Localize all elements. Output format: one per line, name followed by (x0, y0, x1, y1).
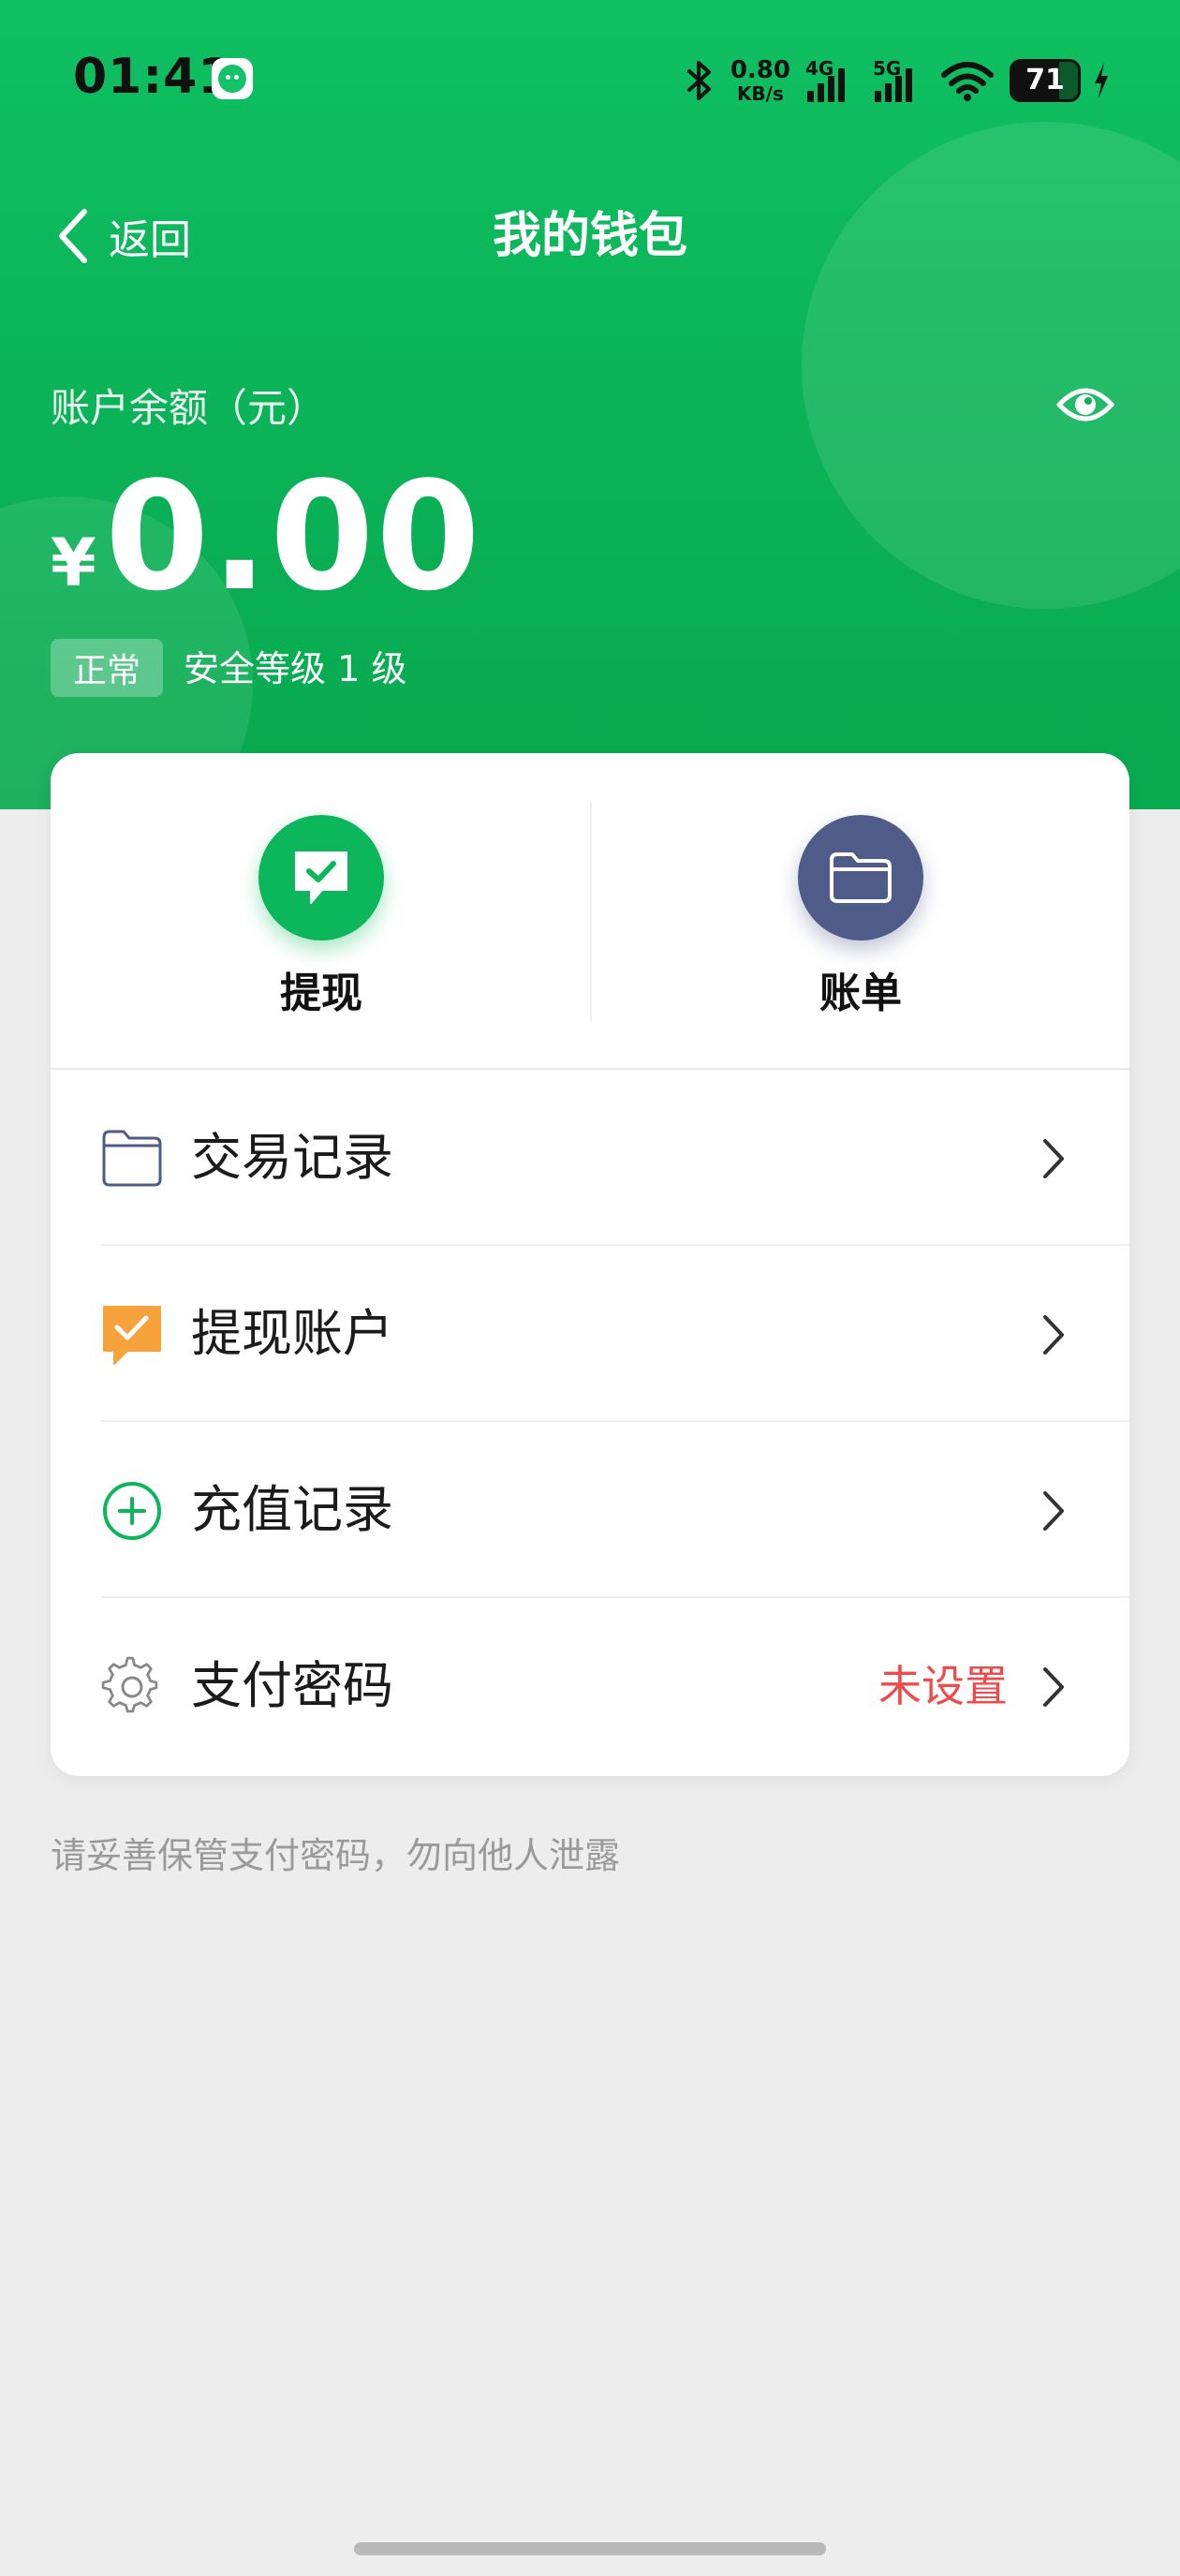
bill-label: 账单 (819, 970, 902, 1017)
divider (590, 802, 592, 1021)
menu-item-withdraw-account[interactable]: 提现账户 (51, 1246, 1129, 1422)
wallet-header: 01:41 0.80 KB/s 4G 5G 71 返回 我的钱包 账户余额（元）… (0, 0, 1180, 809)
bluetooth-icon (684, 59, 715, 102)
menu-item-label: 充值记录 (191, 1480, 393, 1539)
folder-icon (798, 815, 923, 940)
security-level: 安全等级 1 级 (184, 648, 407, 689)
menu-item-label: 交易记录 (191, 1128, 393, 1187)
menu-item-label: 支付密码 (191, 1656, 393, 1715)
home-indicator[interactable] (354, 2542, 826, 2555)
wallet-card: 提现 账单 交易记录 提现账户 充值记录 支付密码 未设置 (51, 753, 1129, 1776)
folder-outline-icon (101, 1128, 163, 1190)
currency-symbol: ¥ (51, 525, 96, 601)
status-time: 01:41 (73, 49, 233, 105)
orange-check-icon (101, 1304, 163, 1366)
password-status: 未设置 (878, 1661, 1008, 1711)
page-title: 我的钱包 (492, 208, 687, 264)
signal-4g-icon: 4G (805, 57, 858, 104)
chevron-right-icon (1043, 1315, 1064, 1355)
menu-item-label: 提现账户 (191, 1304, 393, 1363)
chevron-right-icon (1043, 1491, 1064, 1531)
balance-amount: 0.00 (105, 449, 482, 624)
menu-list: 交易记录 提现账户 充值记录 支付密码 未设置 (51, 1070, 1129, 1774)
menu-item-payment-password[interactable]: 支付密码 未设置 (51, 1598, 1129, 1774)
network-speed: 0.80 KB/s (730, 56, 790, 105)
withdraw-icon (258, 815, 384, 940)
menu-item-transaction-records[interactable]: 交易记录 (51, 1070, 1129, 1246)
security-hint: 请妥善保管支付密码，勿向他人泄露 (51, 1835, 621, 1876)
toggle-visibility-button[interactable] (1056, 382, 1114, 427)
gear-icon (101, 1656, 163, 1718)
plus-circle-icon (101, 1480, 163, 1542)
quick-actions: 提现 账单 (51, 753, 1129, 1070)
app-notification-icon (212, 58, 253, 99)
charging-icon (1092, 61, 1111, 100)
withdraw-button[interactable]: 提现 (180, 809, 461, 1034)
menu-item-recharge-records[interactable]: 充值记录 (51, 1422, 1129, 1598)
withdraw-label: 提现 (280, 970, 362, 1017)
chevron-right-icon (1043, 1139, 1064, 1178)
status-badge: 正常 (51, 639, 163, 697)
bill-button[interactable]: 账单 (719, 809, 1000, 1034)
eye-icon (1056, 388, 1114, 422)
status-bar: 01:41 0.80 KB/s 4G 5G 71 (0, 0, 1180, 159)
balance-label: 账户余额（元） (51, 385, 327, 431)
decorative-circle (802, 122, 1180, 609)
chevron-right-icon (1043, 1667, 1064, 1707)
signal-5g-icon: 5G (873, 57, 925, 104)
battery-icon: 71 (1010, 59, 1081, 102)
wifi-icon (940, 60, 995, 101)
